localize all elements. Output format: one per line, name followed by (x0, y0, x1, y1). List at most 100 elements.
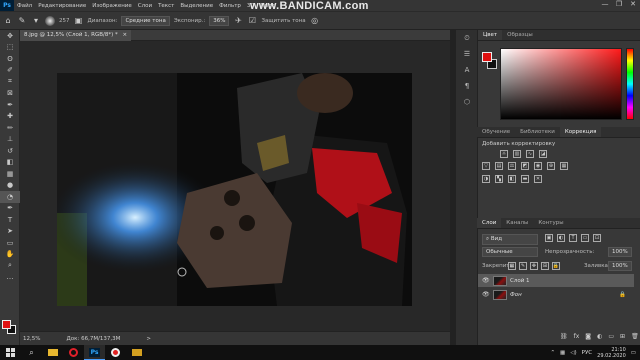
menu-select[interactable]: Выделение (177, 3, 216, 9)
adjustment-layer-icon[interactable]: ◐ (597, 333, 602, 340)
opacity-input[interactable]: 100% (608, 247, 632, 257)
layer-row-background[interactable]: 👁 Фон 🔒 (478, 288, 634, 301)
link-icon[interactable]: ⛓ (560, 333, 568, 340)
tray-chevron-icon[interactable]: ⌃ (550, 350, 555, 356)
document-tab[interactable]: 8.jpg @ 12,5% (Слой 1, RGB/8*) * × (20, 30, 132, 41)
protect-tones-checkbox[interactable]: ☑ (247, 16, 257, 26)
blur-tool-icon[interactable]: ● (0, 180, 20, 192)
eraser-tool-icon[interactable]: ◧ (0, 157, 20, 169)
zoom-tool-icon[interactable]: ⌕ (0, 260, 20, 272)
photoshop-taskbar-icon[interactable]: Ps (84, 345, 105, 360)
clock[interactable]: 21:10 29.02.2020 (597, 347, 626, 359)
brush-preview-icon[interactable] (45, 15, 55, 26)
filter-smart-icon[interactable]: ⊡ (593, 234, 601, 242)
tab-adjustments[interactable]: Коррекция (559, 127, 602, 137)
tab-color[interactable]: Цвет (478, 30, 503, 40)
lookup-icon[interactable]: ▦ (560, 162, 568, 170)
panel-foreground-swatch[interactable] (482, 52, 492, 62)
layer-row-layer1[interactable]: 👁 Слой 1 (478, 274, 634, 287)
eye-icon[interactable]: 👁 (482, 277, 490, 284)
tab-swatches[interactable]: Образцы (502, 30, 538, 40)
bw-icon[interactable]: ◩ (521, 162, 529, 170)
brightness-icon[interactable]: ☼ (500, 150, 508, 158)
tab-paths[interactable]: Контуры (533, 218, 568, 228)
foreground-color-swatch[interactable] (2, 320, 11, 329)
maximize-button[interactable]: ❐ (612, 0, 626, 11)
paragraph-panel-icon[interactable]: ¶ (456, 78, 478, 94)
filter-shape-icon[interactable]: ▭ (581, 234, 589, 242)
3d-panel-icon[interactable]: ⬡ (456, 94, 478, 110)
tab-learn[interactable]: Обучение (477, 127, 515, 137)
shape-tool-icon[interactable]: ▭ (0, 237, 20, 249)
brush-settings-icon[interactable]: ▣ (74, 16, 84, 26)
close-tab-icon[interactable]: × (123, 32, 128, 38)
curves-icon[interactable]: ∿ (526, 150, 534, 158)
opera-icon[interactable] (63, 345, 84, 360)
file-explorer-icon[interactable] (42, 345, 63, 360)
history-brush-icon[interactable]: ↺ (0, 145, 20, 157)
balance-icon[interactable]: ⚖ (508, 162, 516, 170)
marquee-tool-icon[interactable]: ⬚ (0, 42, 20, 54)
type-tool-icon[interactable]: T (0, 214, 20, 226)
language-indicator[interactable]: РУС (582, 350, 593, 356)
filter-type-icon[interactable]: T (569, 234, 577, 242)
chevron-down-icon[interactable]: ▾ (31, 16, 41, 26)
mask-icon[interactable]: ◙ (585, 333, 591, 340)
hue-slider[interactable] (626, 48, 634, 120)
exposure-icon[interactable]: ◪ (539, 150, 547, 158)
photoshop-logo[interactable]: Ps (0, 0, 14, 11)
more-tools-icon[interactable]: … (0, 272, 20, 284)
mixer-icon[interactable]: ⊕ (547, 162, 555, 170)
menu-layers[interactable]: Слои (135, 3, 155, 9)
document-canvas-photo[interactable] (57, 73, 412, 306)
folder-icon[interactable] (126, 345, 147, 360)
threshold-icon[interactable]: ◧ (508, 175, 516, 183)
crop-tool-icon[interactable]: ⌗ (0, 76, 20, 88)
lock-paint-icon[interactable]: ✎ (519, 262, 527, 270)
healing-tool-icon[interactable]: ✚ (0, 111, 20, 123)
minimize-button[interactable]: — (598, 0, 612, 11)
group-icon[interactable]: ▭ (608, 333, 614, 340)
filter-pixel-icon[interactable]: ▣ (545, 234, 553, 242)
search-icon[interactable]: ⌕ (21, 345, 42, 360)
range-select[interactable]: Средние тона (121, 15, 170, 26)
dodge-tool-icon[interactable]: ◔ (0, 191, 20, 203)
stamp-tool-icon[interactable]: ⊥ (0, 134, 20, 146)
character-panel-icon[interactable]: A (456, 62, 478, 78)
selectivecolor-icon[interactable]: ✕ (534, 175, 542, 183)
tab-libraries[interactable]: Библиотеки (515, 127, 560, 137)
pressure-icon[interactable]: ◎ (310, 16, 320, 26)
color-picker-field[interactable] (500, 48, 622, 120)
lock-artboard-icon[interactable]: ⊞ (541, 262, 549, 270)
invert-icon[interactable]: ◑ (482, 175, 490, 183)
history-panel-icon[interactable]: ⏲ (456, 30, 478, 46)
layer-filter-select[interactable]: ⌕ Вид (482, 234, 538, 245)
notifications-icon[interactable]: ▭ (631, 350, 636, 356)
tab-channels[interactable]: Каналы (501, 218, 533, 228)
network-icon[interactable]: ▦ (560, 350, 565, 356)
trash-icon[interactable]: 🗑 (631, 333, 639, 340)
menu-type[interactable]: Текст (155, 3, 177, 9)
eye-icon[interactable]: 👁 (482, 291, 490, 298)
brush-tool-icon[interactable]: ✏ (0, 122, 20, 134)
posterize-icon[interactable]: ▚ (495, 175, 503, 183)
status-menu-arrow[interactable]: > (146, 336, 151, 342)
volume-icon[interactable]: ◁) (570, 350, 576, 356)
home-icon[interactable]: ⌂ (3, 16, 13, 26)
menu-file[interactable]: Файл (14, 3, 35, 9)
fill-input[interactable]: 100% (608, 261, 632, 271)
hand-tool-icon[interactable]: ✋ (0, 249, 20, 261)
menu-filter[interactable]: Фильтр (216, 3, 244, 9)
photofilter-icon[interactable]: ◉ (534, 162, 542, 170)
path-select-tool-icon[interactable]: ➤ (0, 226, 20, 238)
hue-icon[interactable]: ▤ (495, 162, 503, 170)
levels-icon[interactable]: ▥ (513, 150, 521, 158)
tab-layers[interactable]: Слои (477, 218, 502, 228)
zoom-level[interactable]: 12,5% (23, 336, 40, 342)
exposure-input[interactable]: 36% (209, 15, 230, 26)
gradient-tool-icon[interactable]: ▦ (0, 168, 20, 180)
close-button[interactable]: ✕ (626, 0, 640, 11)
dodge-tool-preset-icon[interactable]: ✎ (17, 16, 27, 26)
new-layer-icon[interactable]: ⊞ (620, 333, 625, 340)
lock-all-icon[interactable]: 🔒 (552, 262, 560, 270)
